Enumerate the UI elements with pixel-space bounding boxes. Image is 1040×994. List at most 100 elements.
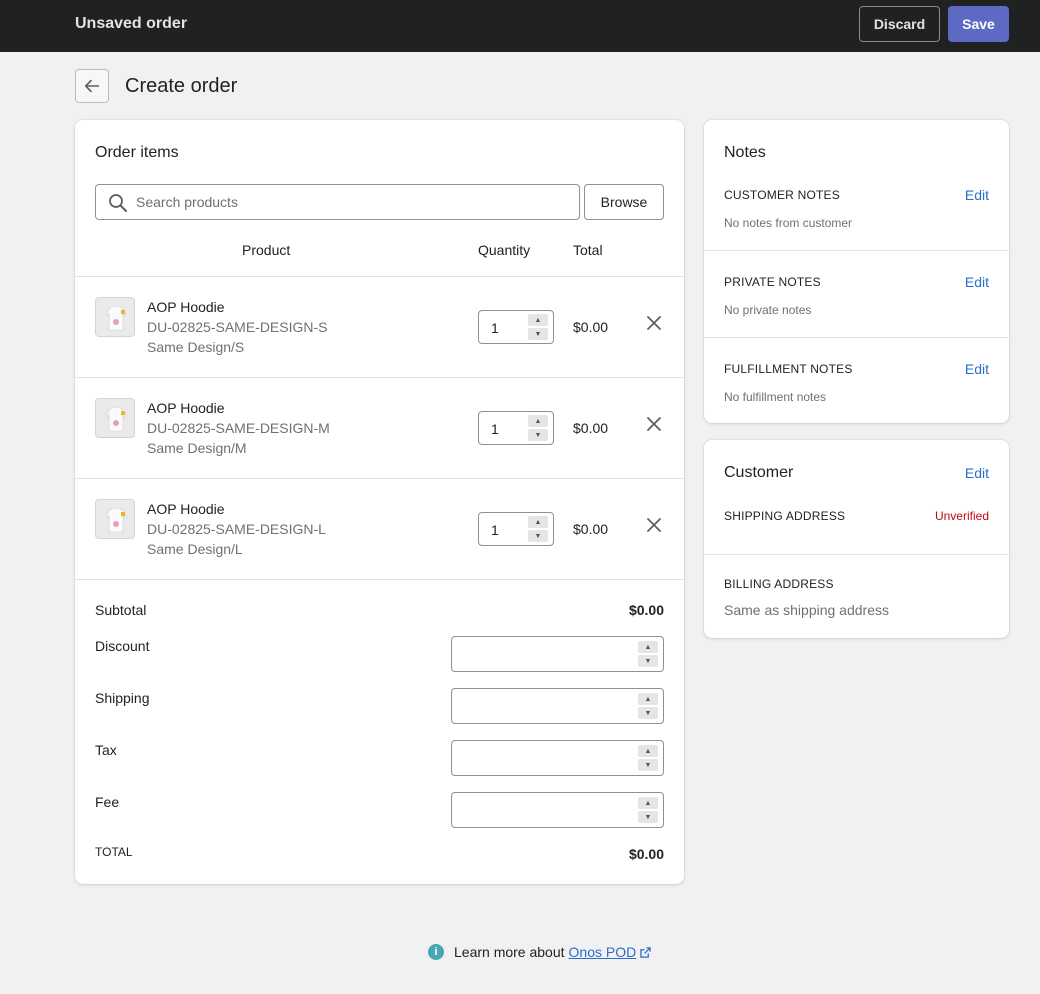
footer-help: i Learn more about Onos POD <box>428 943 651 961</box>
edit-customer-notes-link[interactable]: Edit <box>965 187 989 203</box>
column-header-product: Product <box>242 242 291 258</box>
discount-input[interactable]: ▲ ▼ <box>451 636 664 672</box>
divider <box>704 554 1009 555</box>
shipping-input[interactable]: ▲ ▼ <box>451 688 664 724</box>
product-thumbnail <box>95 398 135 438</box>
product-sku: DU-02825-SAME-DESIGN-L <box>147 521 326 537</box>
remove-item-icon[interactable] <box>646 315 662 331</box>
tax-label: Tax <box>95 742 117 758</box>
fulfillment-notes-title: FULFILLMENT NOTES <box>724 362 853 376</box>
unverified-badge: Unverified <box>934 509 989 523</box>
back-button[interactable] <box>75 69 109 103</box>
billing-address-title: BILLING ADDRESS <box>724 577 834 591</box>
customer-notes-text: No notes from customer <box>724 216 853 230</box>
customer-card: Customer Edit SHIPPING ADDRESS Unverifie… <box>704 440 1009 638</box>
edit-fulfillment-notes-link[interactable]: Edit <box>965 361 989 377</box>
tax-input[interactable]: ▲ ▼ <box>451 740 664 776</box>
shipping-address-title: SHIPPING ADDRESS <box>724 509 846 523</box>
decrement-icon[interactable]: ▼ <box>638 655 658 667</box>
line-total: $0.00 <box>573 521 609 537</box>
increment-icon[interactable]: ▲ <box>528 415 548 427</box>
total-label: TOTAL <box>95 845 133 859</box>
stepper-controls: ▲ ▼ <box>638 745 658 771</box>
search-input[interactable]: Search products <box>95 184 580 220</box>
total-value: $0.00 <box>628 846 664 862</box>
decrement-icon[interactable]: ▼ <box>528 328 548 340</box>
discount-label: Discount <box>95 638 150 654</box>
notes-card: Notes CUSTOMER NOTES Edit No notes from … <box>704 120 1009 423</box>
edit-customer-link[interactable]: Edit <box>965 465 989 481</box>
private-notes-title: PRIVATE NOTES <box>724 275 821 289</box>
hoodie-image-icon <box>96 298 134 336</box>
customer-notes-title: CUSTOMER NOTES <box>724 188 840 202</box>
order-item-row: AOP Hoodie DU-02825-SAME-DESIGN-M Same D… <box>75 378 684 479</box>
decrement-icon[interactable]: ▼ <box>638 707 658 719</box>
order-items-heading: Order items <box>95 144 179 161</box>
increment-icon[interactable]: ▲ <box>528 516 548 528</box>
decrement-icon[interactable]: ▼ <box>638 759 658 771</box>
hoodie-image-icon <box>96 500 134 538</box>
order-items-card: Order items Search products Browse Produ… <box>75 120 684 884</box>
stepper-controls: ▲ ▼ <box>528 314 548 340</box>
product-name: AOP Hoodie <box>147 501 225 517</box>
remove-item-icon[interactable] <box>646 416 662 432</box>
decrement-icon[interactable]: ▼ <box>528 429 548 441</box>
fee-label: Fee <box>95 794 120 810</box>
subtotal-label: Subtotal <box>95 602 147 618</box>
stepper-controls: ▲ ▼ <box>638 797 658 823</box>
order-item-row: AOP Hoodie DU-02825-SAME-DESIGN-S Same D… <box>75 277 684 378</box>
stepper-controls: ▲ ▼ <box>638 641 658 667</box>
customer-heading: Customer <box>724 464 794 481</box>
product-name: AOP Hoodie <box>147 400 225 416</box>
column-header-total: Total <box>573 242 603 258</box>
column-header-quantity: Quantity <box>478 242 531 258</box>
arrow-left-icon <box>84 79 100 93</box>
discard-button[interactable]: Discard <box>859 6 940 42</box>
line-total: $0.00 <box>573 319 609 335</box>
billing-address-text: Same as shipping address <box>724 602 889 618</box>
external-link-icon[interactable] <box>640 946 651 958</box>
divider <box>75 579 684 580</box>
subtotal-value: $0.00 <box>628 602 664 618</box>
info-icon: i <box>428 944 444 960</box>
product-name: AOP Hoodie <box>147 299 225 315</box>
stepper-controls: ▲ ▼ <box>528 516 548 542</box>
quantity-stepper[interactable]: 1 ▲ ▼ <box>478 310 554 344</box>
product-thumbnail <box>95 297 135 337</box>
divider <box>704 250 1009 251</box>
product-variant: Same Design/M <box>147 440 247 456</box>
search-icon <box>109 194 127 212</box>
increment-icon[interactable]: ▲ <box>638 797 658 809</box>
decrement-icon[interactable]: ▼ <box>638 811 658 823</box>
quantity-stepper[interactable]: 1 ▲ ▼ <box>478 512 554 546</box>
product-thumbnail <box>95 499 135 539</box>
browse-button[interactable]: Browse <box>584 184 664 220</box>
stepper-controls: ▲ ▼ <box>528 415 548 441</box>
divider <box>704 337 1009 338</box>
stepper-controls: ▲ ▼ <box>638 693 658 719</box>
edit-private-notes-link[interactable]: Edit <box>965 274 989 290</box>
notes-heading: Notes <box>724 144 766 161</box>
increment-icon[interactable]: ▲ <box>528 314 548 326</box>
quantity-value: 1 <box>491 522 499 538</box>
quantity-stepper[interactable]: 1 ▲ ▼ <box>478 411 554 445</box>
decrement-icon[interactable]: ▼ <box>528 530 548 542</box>
quantity-value: 1 <box>491 421 499 437</box>
product-variant: Same Design/L <box>147 541 243 557</box>
private-notes-text: No private notes <box>724 303 812 317</box>
product-sku: DU-02825-SAME-DESIGN-S <box>147 319 328 335</box>
remove-item-icon[interactable] <box>646 517 662 533</box>
footer-text: Learn more about <box>454 944 565 960</box>
save-button[interactable]: Save <box>948 6 1009 42</box>
product-sku: DU-02825-SAME-DESIGN-M <box>147 420 330 436</box>
fee-input[interactable]: ▲ ▼ <box>451 792 664 828</box>
onos-pod-link[interactable]: Onos POD <box>569 944 637 960</box>
line-total: $0.00 <box>573 420 609 436</box>
increment-icon[interactable]: ▲ <box>638 641 658 653</box>
quantity-value: 1 <box>491 320 499 336</box>
order-item-row: AOP Hoodie DU-02825-SAME-DESIGN-L Same D… <box>75 479 684 580</box>
fulfillment-notes-text: No fulfillment notes <box>724 390 827 404</box>
shipping-label: Shipping <box>95 690 150 706</box>
increment-icon[interactable]: ▲ <box>638 745 658 757</box>
increment-icon[interactable]: ▲ <box>638 693 658 705</box>
